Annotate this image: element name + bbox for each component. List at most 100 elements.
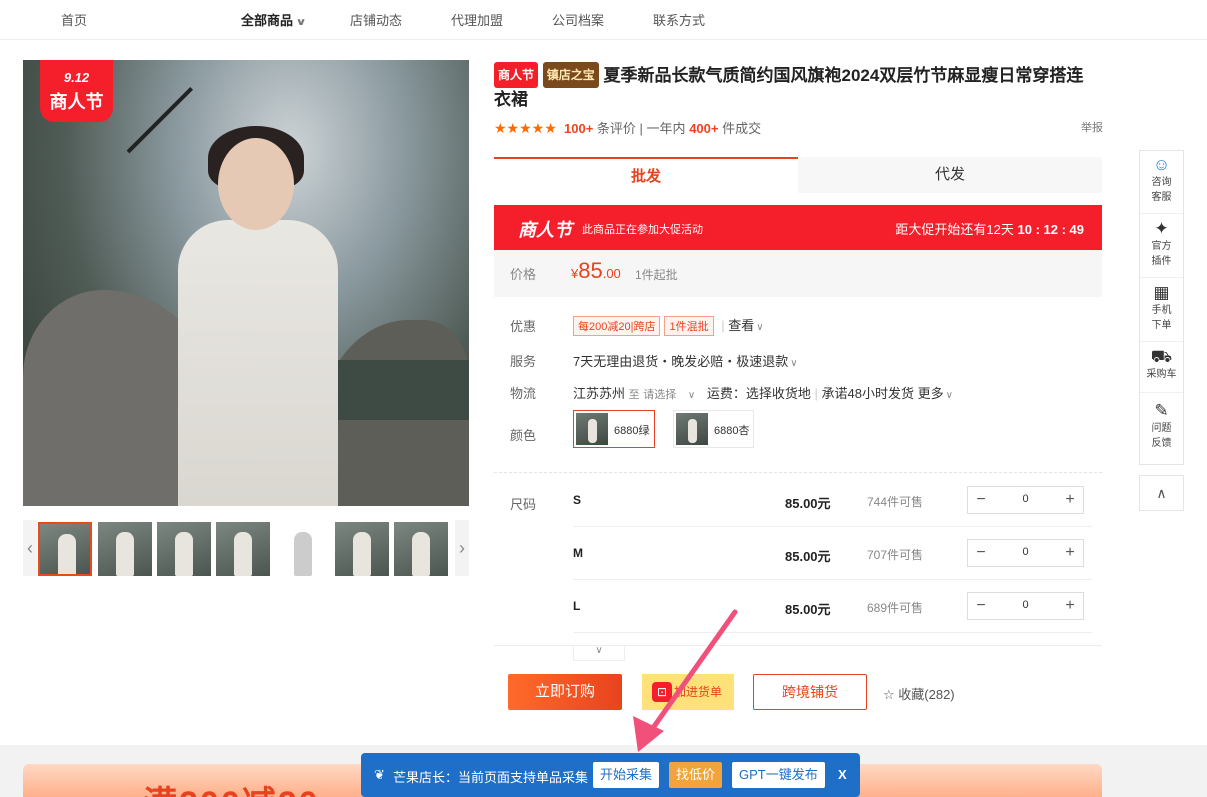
decrement-button[interactable]: − [968, 540, 994, 566]
sidebar-plugin[interactable]: ✦ 官方插件 [1140, 215, 1183, 278]
decrement-button[interactable]: − [968, 487, 994, 513]
top-nav: 首页 全部商品 ∨ 店铺动态 代理加盟 公司档案 联系方式 [0, 0, 1207, 40]
logistics-more[interactable]: 更多 [918, 386, 944, 401]
quantity-stepper: − 0 + [967, 592, 1084, 620]
product-main-image[interactable] [23, 60, 469, 506]
sidebar-cart[interactable]: ⛟ 采购车 [1140, 343, 1183, 393]
expand-sizes-icon[interactable]: ∨ [573, 645, 625, 661]
logistics-label: 物流 [510, 386, 537, 401]
size-name: L [573, 599, 581, 613]
puzzle-icon: ✦ [1154, 219, 1169, 238]
reviews-label: 条评价 [596, 121, 636, 136]
chat-icon: ☺ [1152, 155, 1171, 174]
nav-home[interactable]: 首页 [61, 10, 87, 29]
thumbnail[interactable] [276, 522, 330, 576]
thumbnail[interactable] [216, 522, 270, 576]
increment-button[interactable]: + [1057, 540, 1083, 566]
nav-contact[interactable]: 联系方式 [653, 10, 705, 29]
qrcode-icon: ▦ [1153, 283, 1170, 302]
order-now-button[interactable]: 立即订购 [508, 674, 622, 710]
thumbnail[interactable] [98, 522, 152, 576]
color-name: 6880绿 [614, 425, 650, 437]
star-rating-icon: ★★★★★ [494, 120, 557, 136]
thumb-prev-icon[interactable]: ‹ [23, 520, 37, 576]
shopping-cart-icon: ⛟ [1150, 347, 1173, 366]
deals-count: 400+ [689, 121, 719, 136]
year-label: 一年内 [646, 121, 686, 136]
quantity-input[interactable]: 0 [998, 546, 1053, 558]
size-name: M [573, 546, 583, 560]
tab-wholesale[interactable]: 批发 [494, 157, 798, 193]
image-model-dress [178, 220, 338, 506]
service-value: 7天无理由退货・晚发必赔・极速退款 [573, 354, 789, 369]
service-row[interactable]: 7天无理由退货・晚发必赔・极速退款 ∨ [573, 351, 798, 370]
offers-row: 每200减20|跨店 1件混批 | 查看 ∨ [573, 315, 764, 336]
add-to-cart-button[interactable]: ⊡ 加进货单 [642, 674, 734, 710]
report-link[interactable]: 举报 [1081, 119, 1103, 135]
color-option-apricot[interactable]: 6880杏 [673, 410, 754, 448]
nav-agency[interactable]: 代理加盟 [451, 10, 503, 29]
mango-icon: ❦ [374, 767, 385, 782]
thumbnail[interactable] [335, 522, 389, 576]
coupon-badge[interactable]: 1件混批 [664, 316, 714, 336]
close-icon[interactable]: X [838, 767, 847, 782]
quantity-input[interactable]: 0 [998, 599, 1053, 611]
decrement-button[interactable]: − [968, 593, 994, 619]
nav-store-news[interactable]: 店铺动态 [350, 10, 402, 29]
nav-all-products[interactable]: 全部商品 ∨ [241, 10, 307, 29]
back-to-top-icon[interactable]: ∧ [1139, 475, 1184, 511]
size-row: L 85.00元 689件可售 − 0 + [573, 580, 1092, 633]
find-low-price-button[interactable]: 找低价 [669, 762, 723, 788]
divider [494, 472, 1102, 473]
size-price: 85.00元 [785, 496, 831, 511]
banner-text: 满200减20 [143, 776, 320, 797]
sidebar-feedback[interactable]: ✎ 问题反馈 [1140, 397, 1183, 460]
price-value: ¥85.00 [571, 258, 621, 284]
color-option-green[interactable]: 6880绿 [573, 410, 655, 448]
size-price: 85.00元 [785, 549, 831, 564]
sidebar-consult[interactable]: ☺ 咨询客服 [1140, 151, 1183, 214]
gpt-publish-button[interactable]: GPT一键发布 [732, 762, 825, 788]
image-model-face [218, 138, 294, 230]
thumbnail[interactable] [157, 522, 211, 576]
ship-to-select[interactable]: 请选择 [643, 389, 676, 401]
event-badge-date: 9.12 [63, 70, 90, 85]
sidebar-cart-label: 采购车 [1146, 369, 1177, 380]
reviews-count[interactable]: 100+ [564, 121, 593, 136]
purchase-tabs: 批发 代发 [494, 157, 1102, 193]
edit-icon: ✎ [1154, 401, 1169, 420]
event-tag: 商人节 [494, 62, 539, 88]
cross-border-button[interactable]: 跨境铺货 [753, 674, 867, 710]
thumbnail[interactable] [38, 522, 92, 576]
thumbnail[interactable] [394, 522, 448, 576]
nav-all-products-label: 全部商品 [241, 13, 294, 28]
chevron-down-icon[interactable]: ∨ [688, 390, 695, 401]
rating-row: ★★★★★ 100+ 条评价 | 一年内 400+ 件成交 [494, 120, 762, 136]
increment-button[interactable]: + [1057, 593, 1083, 619]
favorite-button[interactable]: ☆ 收藏(282) [883, 684, 955, 703]
thumb-next-icon[interactable]: › [455, 520, 469, 576]
color-label: 颜色 [510, 428, 537, 443]
quantity-input[interactable]: 0 [998, 493, 1053, 505]
sidebar-mobile[interactable]: ▦ 手机下单 [1140, 279, 1183, 342]
countdown-label: 距大促开始还有12天 [895, 222, 1014, 237]
tab-dropship[interactable]: 代发 [798, 157, 1102, 193]
ship-to-label: 至 [628, 389, 640, 401]
event-badge: 9.12 商人节 [40, 60, 113, 122]
sidebar-plugin-label: 官方插件 [1151, 241, 1172, 267]
image-fan [126, 86, 194, 154]
quantity-stepper: − 0 + [967, 539, 1084, 567]
increment-button[interactable]: + [1057, 487, 1083, 513]
product-title-block: 商人节 镇店之宝 夏季新品长款气质简约国风旗袍2024双层竹节麻显瘦日常穿搭连衣… [494, 62, 1084, 112]
start-collect-button[interactable]: 开始采集 [593, 762, 660, 788]
add-to-cart-label: 加进货单 [674, 685, 723, 699]
offers-label: 优惠 [510, 319, 537, 334]
nav-company[interactable]: 公司档案 [552, 10, 604, 29]
logistics-row: 江苏苏州 至 请选择 ∨ 运费：选择收货地 | 承诺48小时发货 更多 ∨ [573, 386, 953, 401]
star-outline-icon: ☆ [883, 687, 895, 702]
size-stock: 744件可售 [867, 495, 924, 509]
treasure-tag: 镇店之宝 [542, 62, 599, 88]
offers-view[interactable]: 查看 [728, 318, 754, 333]
coupon-badge[interactable]: 每200减20|跨店 [573, 316, 661, 336]
shipping-fee: 运费：选择收货地 [706, 386, 811, 401]
